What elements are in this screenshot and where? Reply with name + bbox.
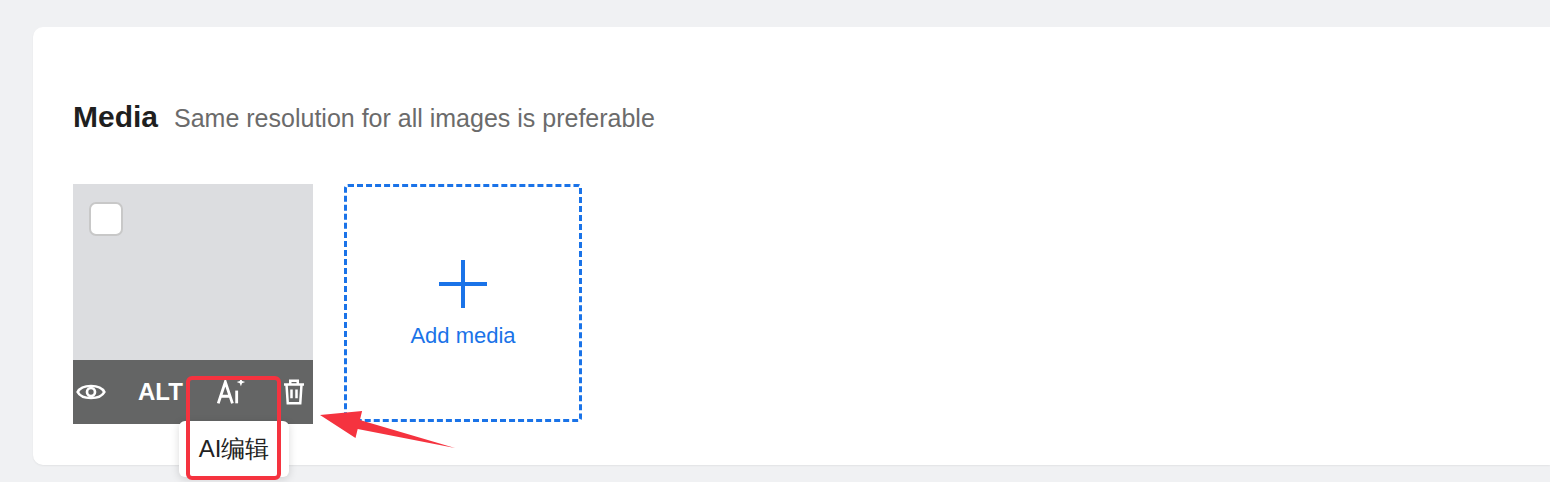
card-header: Media Same resolution for all images is p… <box>73 97 1510 138</box>
ai-sparkle-icon[interactable] <box>214 375 248 409</box>
media-toolbar: ALT <box>73 360 313 424</box>
card-hint: Same resolution for all images is prefer… <box>174 98 655 138</box>
eye-icon[interactable] <box>75 376 107 408</box>
plus-icon <box>436 257 490 311</box>
tooltip: AI编辑 <box>179 421 289 477</box>
media-card: Media Same resolution for all images is p… <box>33 27 1550 465</box>
select-checkbox[interactable] <box>89 202 123 236</box>
page: Media Same resolution for all images is p… <box>0 0 1550 482</box>
alt-button[interactable]: ALT <box>138 378 183 406</box>
media-item[interactable]: ALTAI编辑 <box>73 184 313 424</box>
trash-icon[interactable] <box>279 377 309 407</box>
card-title: Media <box>73 97 158 137</box>
media-list: ALTAI编辑 Add media <box>73 184 1510 424</box>
annotation-arrow-icon <box>313 402 473 462</box>
add-media-label: Add media <box>410 323 515 349</box>
add-media-button[interactable]: Add media <box>344 184 582 422</box>
